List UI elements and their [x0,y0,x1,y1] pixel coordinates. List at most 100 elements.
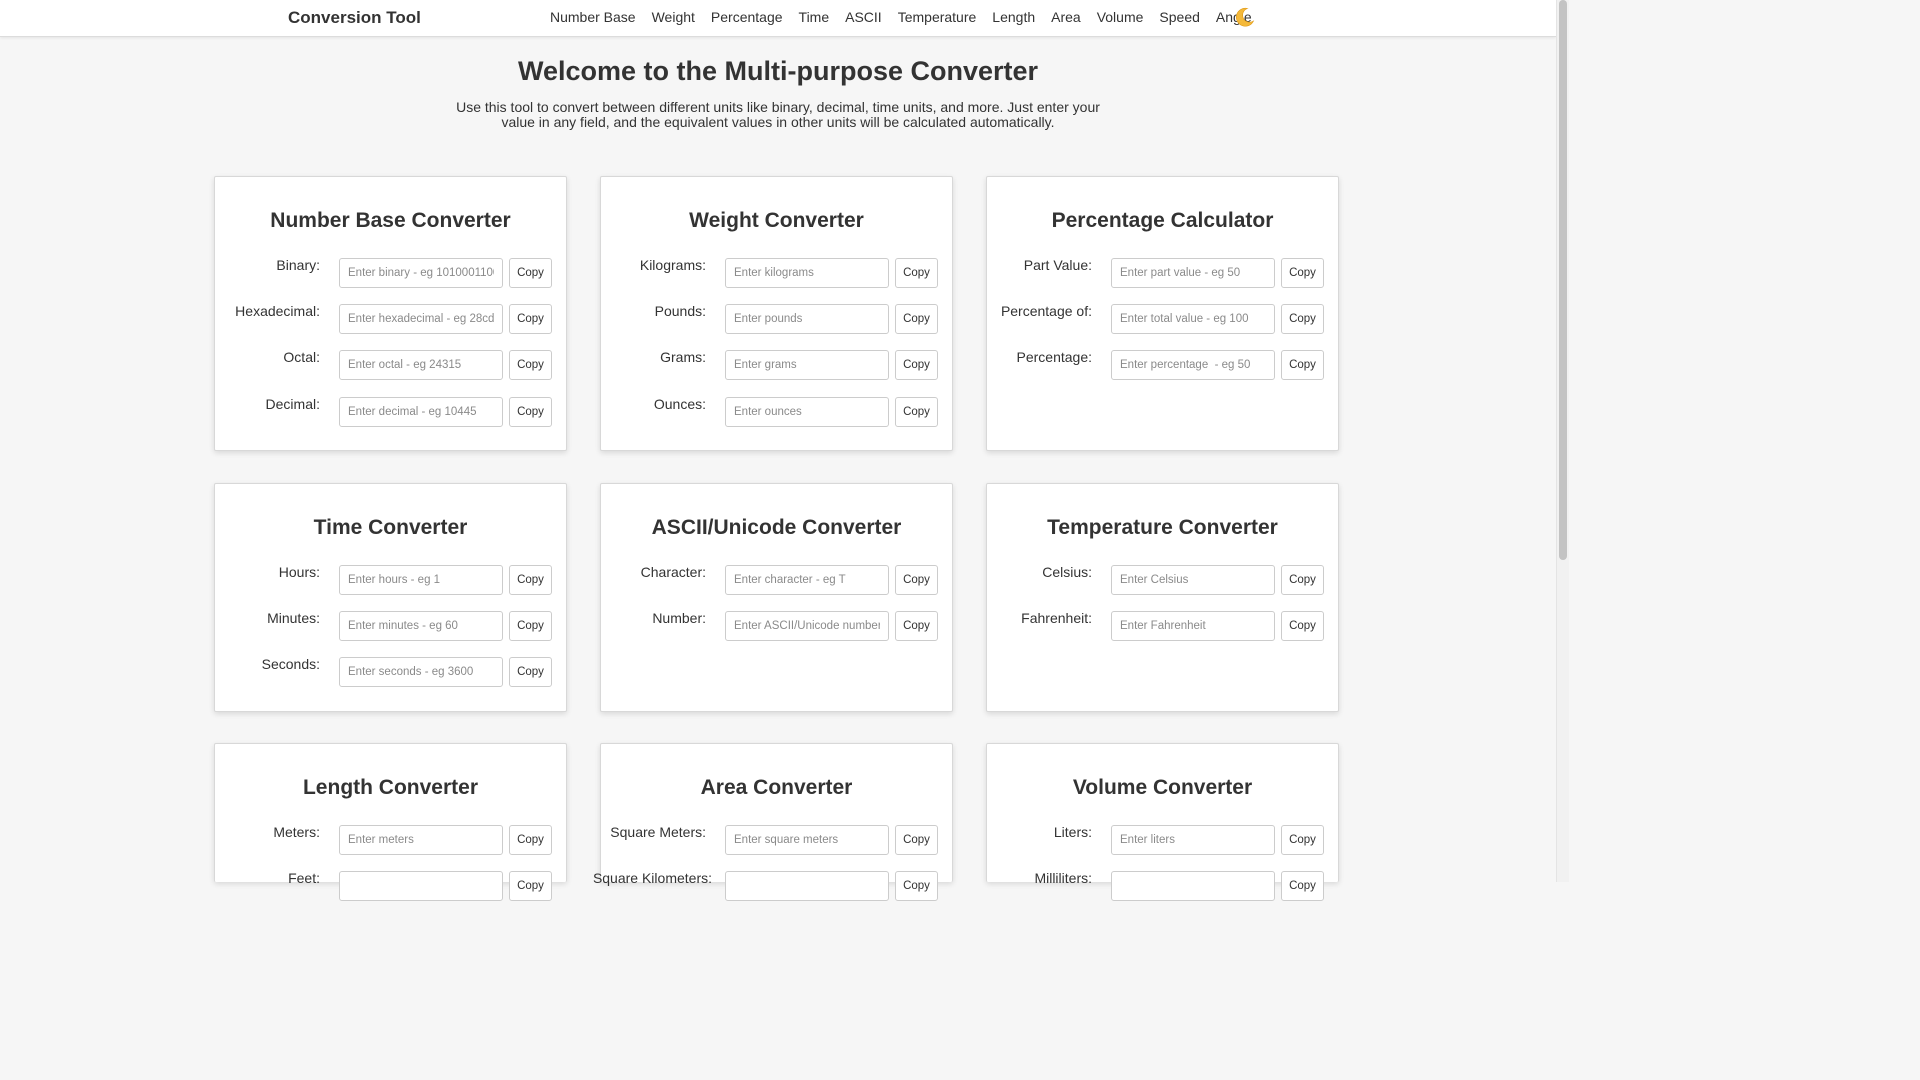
kilograms-label: Kilograms: [639,257,706,273]
binary-row: Binary: Copy [215,257,566,289]
binary-input[interactable] [339,258,503,288]
hours-input[interactable] [339,565,503,595]
celsius-input[interactable] [1111,565,1275,595]
copy-grams-button[interactable]: Copy [895,350,938,380]
nav-link-time[interactable]: Time [791,9,838,25]
liters-input[interactable] [1111,825,1275,855]
hexadecimal-row: Hexadecimal: Copy [215,303,566,335]
copy-part-value-button[interactable]: Copy [1281,258,1324,288]
scrollbar-thumb[interactable] [1559,0,1567,560]
grams-row: Grams: Copy [601,349,952,381]
copy-kilograms-button[interactable]: Copy [895,258,938,288]
decimal-label: Decimal: [265,396,320,412]
copy-binary-button[interactable]: Copy [509,258,552,288]
nav-link-area[interactable]: Area [1043,9,1089,25]
seconds-label: Seconds: [261,656,320,672]
copy-pounds-button[interactable]: Copy [895,304,938,334]
hours-row: Hours: Copy [215,564,566,596]
character-row: Character: Copy [601,564,952,596]
brand-title[interactable]: Conversion Tool [288,8,421,28]
pounds-input[interactable] [725,304,889,334]
copy-minutes-button[interactable]: Copy [509,611,552,641]
card-title: ASCII/Unicode Converter [651,516,902,539]
page-description: Use this tool to convert between differe… [456,99,1100,130]
copy-hexadecimal-button[interactable]: Copy [509,304,552,334]
copy-square-meters-button[interactable]: Copy [895,825,938,855]
seconds-row: Seconds: Copy [215,656,566,688]
hexadecimal-input[interactable] [339,304,503,334]
percentage-input[interactable] [1111,350,1275,380]
copy-number-button[interactable]: Copy [895,611,938,641]
minutes-row: Minutes: Copy [215,610,566,642]
nav-link-percentage[interactable]: Percentage [703,9,791,25]
octal-input[interactable] [339,350,503,380]
nav-link-volume[interactable]: Volume [1089,9,1152,25]
percentage-row: Percentage: Copy [987,349,1338,381]
length-converter-card: Length Converter Meters: Copy Feet: Copy [214,743,567,901]
number-label: Number: [652,610,706,626]
seconds-input[interactable] [339,657,503,687]
copy-percentage-of-button[interactable]: Copy [1281,304,1324,334]
ounces-label: Ounces: [653,396,706,412]
nav-link-speed[interactable]: Speed [1151,9,1207,25]
copy-seconds-button[interactable]: Copy [509,657,552,687]
nav-links: Number Base Weight Percentage Time ASCII… [542,9,1260,25]
theme-toggle-button[interactable] [1233,6,1255,28]
meters-label: Meters: [273,824,320,840]
meters-input[interactable] [339,825,503,855]
character-label: Character: [640,564,706,580]
page-scrollbar[interactable] [1556,0,1569,882]
square-kilometers-row: Square Kilometers: Copy [593,870,952,902]
copy-liters-button[interactable]: Copy [1281,825,1324,855]
fahrenheit-row: Fahrenheit: Copy [987,610,1338,642]
copy-meters-button[interactable]: Copy [509,825,552,855]
feet-label: Feet: [288,870,320,886]
percentage-of-input[interactable] [1111,304,1275,334]
fahrenheit-input[interactable] [1111,611,1275,641]
card-title: Volume Converter [1072,776,1253,799]
grams-input[interactable] [725,350,889,380]
part-value-input[interactable] [1111,258,1275,288]
square-meters-label: Square Meters: [610,824,706,840]
copy-square-kilometers-button[interactable]: Copy [895,871,938,901]
milliliters-input[interactable] [1111,871,1275,901]
nav-link-temperature[interactable]: Temperature [890,9,985,25]
binary-label: Binary: [276,257,320,273]
copy-fahrenheit-button[interactable]: Copy [1281,611,1324,641]
kilograms-input[interactable] [725,258,889,288]
copy-percentage-button[interactable]: Copy [1281,350,1324,380]
copy-celsius-button[interactable]: Copy [1281,565,1324,595]
nav-link-ascii[interactable]: ASCII [837,9,890,25]
pounds-row: Pounds: Copy [601,303,952,335]
square-kilometers-input[interactable] [725,871,889,901]
copy-character-button[interactable]: Copy [895,565,938,595]
copy-ounces-button[interactable]: Copy [895,397,938,427]
percentage-calculator-card: Percentage Calculator Part Value: Copy P… [986,176,1339,451]
feet-input[interactable] [339,871,503,901]
temperature-converter-card: Temperature Converter Celsius: Copy Fahr… [986,483,1339,712]
percentage-of-row: Percentage of: Copy [987,303,1338,335]
nav-link-weight[interactable]: Weight [644,9,703,25]
number-input[interactable] [725,611,889,641]
top-navbar: Conversion Tool Number Base Weight Perce… [0,0,1556,37]
nav-link-length[interactable]: Length [984,9,1043,25]
decimal-input[interactable] [339,397,503,427]
copy-feet-button[interactable]: Copy [509,871,552,901]
celsius-label: Celsius: [1042,564,1092,580]
ascii-unicode-converter-card: ASCII/Unicode Converter Character: Copy … [600,483,953,712]
square-meters-input[interactable] [725,825,889,855]
minutes-label: Minutes: [267,610,320,626]
minutes-input[interactable] [339,611,503,641]
weight-converter-card: Weight Converter Kilograms: Copy Pounds:… [600,176,953,451]
ounces-input[interactable] [725,397,889,427]
copy-octal-button[interactable]: Copy [509,350,552,380]
character-input[interactable] [725,565,889,595]
nav-link-number-base[interactable]: Number Base [542,9,644,25]
number-row: Number: Copy [601,610,952,642]
hours-label: Hours: [278,564,320,580]
copy-decimal-button[interactable]: Copy [509,397,552,427]
part-value-label: Part Value: [1023,257,1092,273]
copy-hours-button[interactable]: Copy [509,565,552,595]
time-converter-card: Time Converter Hours: Copy Minutes: Copy… [214,483,567,712]
copy-milliliters-button[interactable]: Copy [1281,871,1324,901]
